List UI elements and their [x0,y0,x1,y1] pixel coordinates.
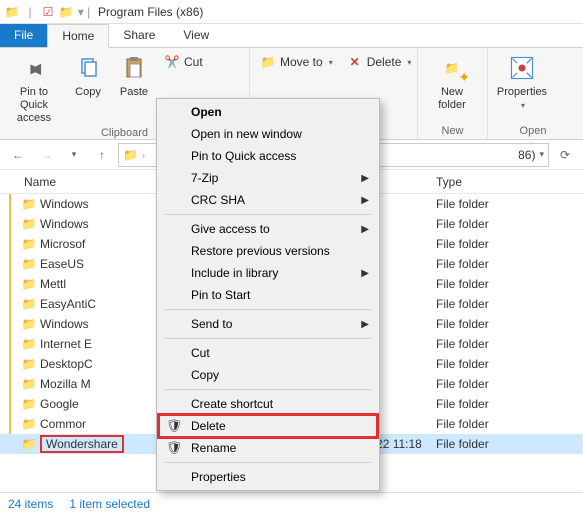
folder-icon: 📁 [20,357,38,371]
file-type: File folder [436,237,583,251]
selected-count: 1 item selected [69,497,150,511]
ctx-give-access-to[interactable]: Give access to▶ [159,218,377,240]
folder-icon: 📁 [4,4,20,20]
context-menu: Open Open in new window Pin to Quick acc… [156,98,380,491]
properties-icon [506,52,538,84]
file-type: File folder [436,357,583,371]
delete-button[interactable]: ✕Delete▾ [343,52,416,72]
refresh-button[interactable]: ⟳ [553,143,577,167]
folder-icon: 📁 [20,417,38,431]
qat-separator: ▾ | [76,4,92,20]
separator [165,462,371,463]
separator [165,309,371,310]
back-button[interactable]: ← [6,143,30,167]
ctx-open[interactable]: Open [159,101,377,123]
ribbon-tabs: File Home Share View [0,24,583,48]
folder-icon: 📁 [20,297,38,311]
ctx-properties[interactable]: Properties [159,466,377,488]
item-count: 24 items [8,497,53,511]
folder-icon: 📁 [20,257,38,271]
folder-icon: 📁 [20,397,38,411]
checkbox-icon[interactable]: ☑ [40,4,56,20]
ctx-send-to[interactable]: Send to▶ [159,313,377,335]
properties-button[interactable]: Properties ▾ [494,52,550,110]
file-type: File folder [436,257,583,271]
file-type: File folder [436,337,583,351]
qat-divider: | [22,4,38,20]
ctx-create-shortcut[interactable]: Create shortcut [159,393,377,415]
caret-icon: ▾ [407,58,411,67]
copy-icon [72,52,104,84]
file-type: File folder [436,377,583,391]
tab-share[interactable]: Share [109,24,169,47]
recent-button[interactable]: ▾ [62,143,86,167]
tab-home[interactable]: Home [47,24,109,48]
chevron-right-icon: ▶ [361,224,369,235]
group-label: Open [494,123,572,139]
paste-icon [118,52,150,84]
file-type: File folder [436,437,583,451]
ctx-cut[interactable]: Cut [159,342,377,364]
file-type: File folder [436,277,583,291]
paste-button[interactable]: Paste [114,52,154,99]
folder-icon-2: 📁 [58,4,74,20]
delete-x-icon: ✕ [347,54,363,70]
caret-icon: ▾ [329,58,333,67]
new-folder-icon: 📁✦ [436,52,468,84]
ctx-rename[interactable]: 🛡Rename [159,437,377,459]
chevron-right-icon: ▶ [361,173,369,184]
file-type: File folder [436,417,583,431]
separator [165,338,371,339]
move-to-button[interactable]: 📁Move to▾ [256,52,337,72]
forward-button[interactable]: → [34,143,58,167]
file-type: File folder [436,297,583,311]
chevron-right-icon: ▶ [361,319,369,330]
ctx-crc-sha[interactable]: CRC SHA▶ [159,189,377,211]
folder-icon: 📁 [20,197,38,211]
caret-icon: ▾ [521,101,525,110]
cut-icon: ✂️ [164,54,180,70]
file-type: File folder [436,197,583,211]
group-label: New [424,123,481,139]
ctx-delete[interactable]: 🛡Delete [159,415,377,437]
chevron-right-icon: ▶ [361,268,369,279]
title-bar: 📁 | ☑ 📁 ▾ | Program Files (x86) [0,0,583,24]
folder-icon: 📁 [123,148,138,162]
folder-icon: 📁 [20,337,38,351]
pin-icon [18,52,50,84]
new-folder-button[interactable]: 📁✦ New folder [424,52,480,112]
folder-icon: 📁 [20,317,38,331]
status-bar: 24 items 1 item selected [0,492,583,514]
ctx-restore-versions[interactable]: Restore previous versions [159,240,377,262]
move-icon: 📁 [260,54,276,70]
separator [165,389,371,390]
shield-icon: 🛡 [165,418,183,434]
copy-button[interactable]: Copy [68,52,108,99]
folder-icon: 📁 [20,437,38,451]
cut-button[interactable]: ✂️Cut [160,52,207,72]
tab-view[interactable]: View [169,24,223,47]
file-type: File folder [436,397,583,411]
tab-file[interactable]: File [0,24,47,47]
ctx-include-library[interactable]: Include in library▶ [159,262,377,284]
chevron-right-icon: ▶ [361,195,369,206]
separator [165,214,371,215]
folder-icon: 📁 [20,277,38,291]
col-type[interactable]: Type [436,175,583,189]
ctx-open-new-window[interactable]: Open in new window [159,123,377,145]
ctx-7zip[interactable]: 7-Zip▶ [159,167,377,189]
file-type: File folder [436,317,583,331]
folder-icon: 📁 [20,217,38,231]
ctx-copy[interactable]: Copy [159,364,377,386]
window-title: Program Files (x86) [98,5,203,19]
shield-icon: 🛡 [165,440,183,456]
folder-icon: 📁 [20,377,38,391]
up-button[interactable]: ↑ [90,143,114,167]
chevron-down-icon[interactable]: ▾ [539,149,544,160]
ctx-pin-quick-access[interactable]: Pin to Quick access [159,145,377,167]
folder-icon: 📁 [20,237,38,251]
pin-to-quick-access-button[interactable]: Pin to Quick access [6,52,62,125]
file-type: File folder [436,217,583,231]
ctx-pin-start[interactable]: Pin to Start [159,284,377,306]
